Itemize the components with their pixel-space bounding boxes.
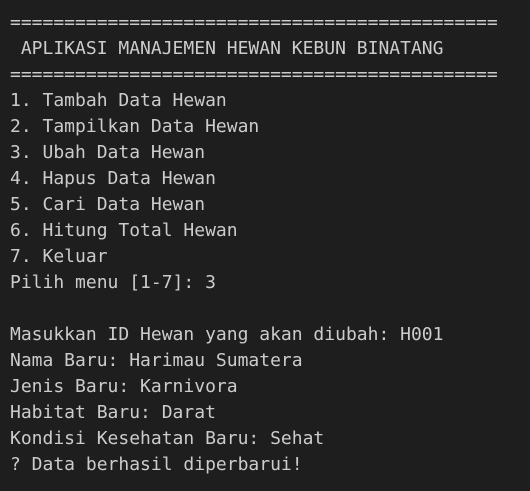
menu-item-hapus: 4. Hapus Data Hewan [10, 168, 216, 189]
header-separator-bottom: ========================================… [10, 64, 498, 85]
habitat-baru-prompt: Habitat Baru: Darat [10, 402, 216, 423]
menu-item-keluar: 7. Keluar [10, 246, 108, 267]
jenis-baru-prompt: Jenis Baru: Karnivora [10, 376, 238, 397]
menu-item-ubah: 3. Ubah Data Hewan [10, 142, 206, 163]
menu-item-tambah: 1. Tambah Data Hewan [10, 90, 227, 111]
menu-item-tampilkan: 2. Tampilkan Data Hewan [10, 116, 260, 137]
menu-item-cari: 5. Cari Data Hewan [10, 194, 206, 215]
menu-prompt: Pilih menu [1-7]: 3 [10, 272, 216, 293]
app-title: APLIKASI MANAJEMEN HEWAN KEBUN BINATANG [10, 38, 444, 59]
terminal-output[interactable]: ========================================… [0, 0, 530, 491]
header-separator-top: ========================================… [10, 12, 498, 33]
id-prompt: Masukkan ID Hewan yang akan diubah: H001 [10, 324, 444, 345]
menu-item-hitung: 6. Hitung Total Hewan [10, 220, 238, 241]
kondisi-baru-prompt: Kondisi Kesehatan Baru: Sehat [10, 428, 325, 449]
nama-baru-prompt: Nama Baru: Harimau Sumatera [10, 350, 303, 371]
success-message: ? Data berhasil diperbarui! [10, 454, 303, 475]
